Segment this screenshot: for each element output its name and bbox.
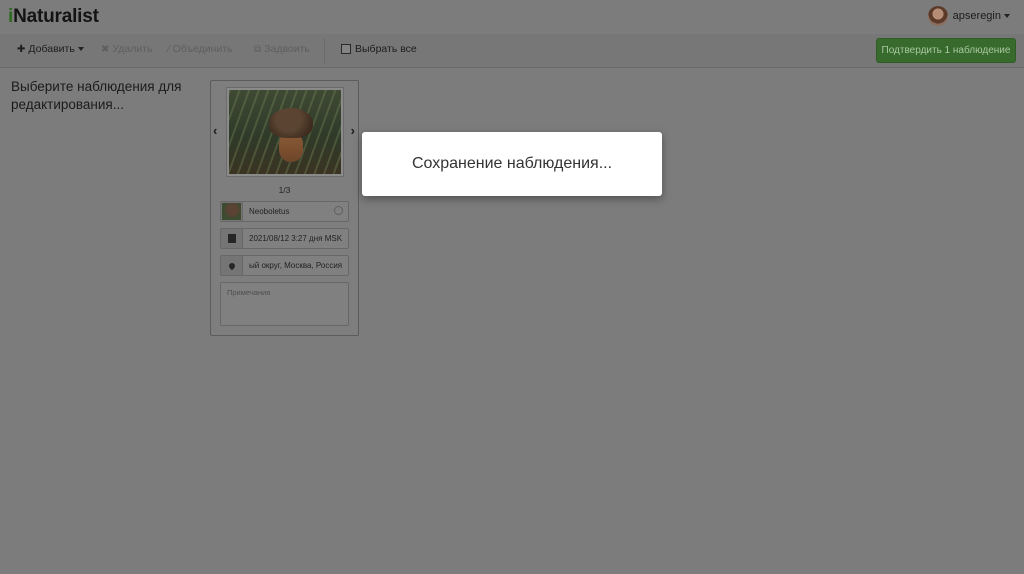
notes-textarea[interactable]: Примечания bbox=[220, 282, 349, 326]
location-field[interactable]: ый округ, Москва, Россия bbox=[220, 255, 349, 276]
close-icon: ✖ bbox=[101, 43, 110, 55]
username: apseregin bbox=[952, 10, 1001, 22]
delete-button[interactable]: ✖ Удалить bbox=[101, 43, 152, 55]
confirm-button[interactable]: Подтвердить 1 наблюдение bbox=[876, 38, 1016, 63]
date-field[interactable]: 2021/08/12 3:27 дня MSK bbox=[220, 228, 349, 249]
taxon-field[interactable]: Neoboletus bbox=[220, 201, 349, 222]
calendar-icon[interactable] bbox=[221, 229, 243, 248]
duplicate-button[interactable]: ⧉ Задвоить bbox=[254, 43, 310, 55]
plus-icon: ✚ bbox=[17, 43, 26, 55]
selection-hint: Выберите наблюдения для редактирования..… bbox=[11, 79, 182, 112]
top-header: iNaturalist apseregin bbox=[0, 0, 1024, 34]
chevron-down-icon bbox=[1004, 14, 1010, 18]
toolbar: ✚ Добавить ✖ Удалить ⁄ Объединить ⧉ Задв… bbox=[0, 34, 1024, 68]
location-value: ый округ, Москва, Россия bbox=[249, 261, 343, 270]
map-marker-icon[interactable] bbox=[221, 256, 243, 275]
photo-frame bbox=[226, 87, 344, 177]
user-menu[interactable]: apseregin bbox=[927, 5, 1010, 27]
select-all-checkbox[interactable]: Выбрать все bbox=[341, 43, 417, 55]
observation-card[interactable]: ‹ › 1/3 Neoboletus 2021/08/12 3:27 дня M… bbox=[210, 80, 359, 336]
avatar bbox=[927, 6, 948, 26]
chevron-down-icon bbox=[77, 47, 84, 51]
date-value: 2021/08/12 3:27 дня MSK bbox=[249, 234, 343, 243]
add-button[interactable]: ✚ Добавить bbox=[17, 43, 84, 55]
notes-placeholder: Примечания bbox=[227, 288, 271, 297]
merge-button[interactable]: ⁄ Объединить bbox=[168, 43, 233, 55]
checkbox-icon bbox=[341, 44, 351, 54]
taxon-value: Neoboletus bbox=[249, 207, 290, 216]
magic-icon: ⁄ bbox=[168, 43, 170, 55]
clear-icon[interactable] bbox=[334, 206, 343, 215]
observation-photo[interactable] bbox=[229, 90, 341, 174]
taxon-thumbnail bbox=[221, 202, 243, 221]
chevron-right-icon[interactable]: › bbox=[351, 123, 355, 138]
photo-counter: 1/3 bbox=[278, 185, 291, 195]
inaturalist-logo[interactable]: iNaturalist bbox=[8, 6, 99, 28]
copy-icon: ⧉ bbox=[254, 43, 262, 55]
saving-modal: Сохранение наблюдения... bbox=[362, 132, 662, 196]
chevron-left-icon[interactable]: ‹ bbox=[213, 123, 217, 138]
toolbar-divider bbox=[324, 38, 325, 64]
saving-message: Сохранение наблюдения... bbox=[411, 155, 613, 172]
